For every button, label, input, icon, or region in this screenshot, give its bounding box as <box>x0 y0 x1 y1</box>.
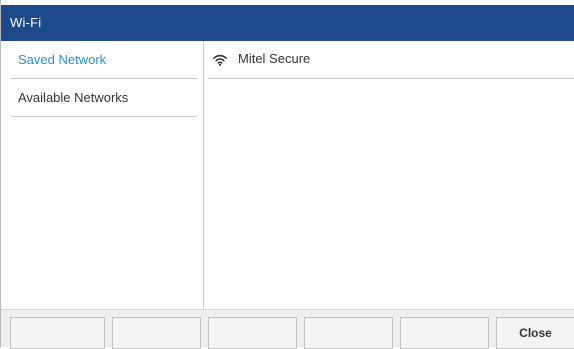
network-name: Mitel Secure <box>238 51 311 66</box>
softkey-bar: Close <box>1 309 574 349</box>
softkey-5[interactable] <box>400 317 489 349</box>
softkey-2[interactable] <box>112 317 201 349</box>
wifi-screen: Wi-Fi Saved Network Available Networks M… <box>0 0 574 349</box>
sidebar-item-label: Saved Network <box>18 52 107 67</box>
list-item[interactable]: Mitel Secure <box>208 41 574 79</box>
sidebar: Saved Network Available Networks <box>1 41 204 309</box>
network-list: Mitel Secure <box>204 41 574 309</box>
sidebar-item-available-networks[interactable]: Available Networks <box>11 79 197 117</box>
softkey-1[interactable] <box>10 317 105 349</box>
close-button[interactable]: Close <box>496 317 574 349</box>
softkey-4[interactable] <box>304 317 393 349</box>
title-bar: Wi-Fi <box>1 5 574 41</box>
sidebar-item-label: Available Networks <box>18 90 129 105</box>
sidebar-item-saved-network[interactable]: Saved Network <box>11 41 197 79</box>
page-title: Wi-Fi <box>10 15 42 30</box>
close-button-label: Close <box>519 326 552 340</box>
wifi-signal-icon <box>213 53 227 66</box>
softkey-3[interactable] <box>208 317 297 349</box>
